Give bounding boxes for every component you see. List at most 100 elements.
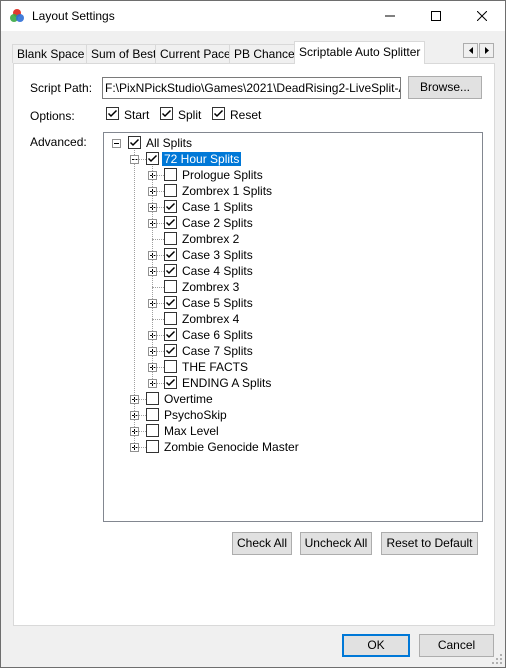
tree-node-label[interactable]: Max Level	[162, 424, 221, 438]
check-icon	[165, 218, 176, 227]
tree-checkbox[interactable]	[164, 264, 177, 277]
close-button[interactable]	[459, 1, 505, 31]
title-bar[interactable]: Layout Settings	[1, 1, 505, 31]
check-all-button[interactable]: Check All	[232, 532, 292, 555]
tree-node-max-level[interactable]: Max Level	[104, 423, 480, 439]
tree-connector-line	[152, 319, 164, 320]
tree-node-label[interactable]: 72 Hour Splits	[162, 152, 242, 166]
tree-node-zombie-genocide-master[interactable]: Zombie Genocide Master	[104, 439, 480, 455]
advanced-splits-tree[interactable]: All Splits 72 Hour Splits Prologue Splits Z…	[103, 132, 483, 522]
check-icon	[161, 109, 172, 118]
tab-sum-of-best[interactable]: Sum of Best	[86, 44, 162, 63]
reset-checkbox[interactable]	[212, 107, 225, 120]
tree-node-label[interactable]: Overtime	[162, 392, 215, 406]
tree-connector-line	[152, 367, 164, 368]
tree-node-label[interactable]: Case 7 Splits	[180, 344, 255, 358]
tree-checkbox[interactable]	[164, 184, 177, 197]
tab-current-pace[interactable]: Current Pace	[155, 44, 236, 63]
tree-checkbox[interactable]	[164, 312, 177, 325]
layout-settings-window: Layout Settings Blank Space Sum of Best …	[0, 0, 506, 668]
tree-node-label[interactable]: Case 5 Splits	[180, 296, 255, 310]
tree-connector-line	[134, 399, 146, 400]
tree-connector-line	[152, 175, 164, 176]
tree-node-all-splits[interactable]: All Splits	[104, 135, 480, 151]
tree-connector-line	[134, 415, 146, 416]
browse-button[interactable]: Browse...	[408, 76, 482, 99]
tree-checkbox[interactable]	[164, 280, 177, 293]
tree-node-overtime[interactable]: Overtime	[104, 391, 480, 407]
tree-node-label[interactable]: Zombie Genocide Master	[162, 440, 301, 454]
tree-connector-line	[152, 223, 164, 224]
tree-node-label[interactable]: Case 6 Splits	[180, 328, 255, 342]
tree-checkbox[interactable]	[146, 392, 159, 405]
tab-pb-chance[interactable]: PB Chance	[229, 44, 300, 63]
collapse-minus-icon[interactable]	[112, 139, 121, 148]
tree-connector-line	[152, 255, 164, 256]
start-checkbox[interactable]	[106, 107, 119, 120]
tree-connector-line	[152, 303, 164, 304]
tree-checkbox[interactable]	[164, 360, 177, 373]
tab-scroll-left-button[interactable]	[463, 43, 478, 58]
tree-checkbox[interactable]	[164, 200, 177, 213]
maximize-button[interactable]	[413, 1, 459, 31]
uncheck-all-button[interactable]: Uncheck All	[300, 532, 372, 555]
tree-connector-line	[152, 383, 164, 384]
tree-connector-line	[152, 191, 164, 192]
tree-checkbox[interactable]	[164, 376, 177, 389]
tree-node-label[interactable]: ENDING A Splits	[180, 376, 273, 390]
tree-checkbox[interactable]	[146, 440, 159, 453]
tree-checkbox[interactable]	[164, 248, 177, 261]
tab-blank-space[interactable]: Blank Space	[12, 44, 90, 63]
tree-checkbox[interactable]	[164, 328, 177, 341]
tree-node-label[interactable]: Case 3 Splits	[180, 248, 255, 262]
triangle-right-icon	[484, 47, 489, 54]
tab-scriptable-auto-splitter[interactable]: Scriptable Auto Splitter	[294, 41, 426, 64]
reset-to-default-button[interactable]: Reset to Default	[381, 532, 478, 555]
split-checkbox[interactable]	[160, 107, 173, 120]
tree-checkbox[interactable]	[164, 232, 177, 245]
ok-button[interactable]: OK	[342, 634, 410, 657]
reset-option-label: Reset	[230, 108, 262, 122]
tree-connector-line	[134, 159, 146, 160]
settings-panel: Script Path: F:\PixNPickStudio\Games\202…	[13, 63, 495, 626]
tree-node-label[interactable]: Case 2 Splits	[180, 216, 255, 230]
tree-node-label[interactable]: Case 1 Splits	[180, 200, 255, 214]
tree-connector-line	[152, 271, 164, 272]
tree-connector-line	[152, 287, 164, 288]
tab-scroll-right-button[interactable]	[479, 43, 494, 58]
tree-checkbox[interactable]	[146, 152, 159, 165]
tree-checkbox[interactable]	[146, 408, 159, 421]
tree-checkbox[interactable]	[164, 216, 177, 229]
start-option-label: Start	[124, 108, 150, 122]
tree-connector-line	[152, 335, 164, 336]
cancel-button[interactable]: Cancel	[419, 634, 494, 657]
tab-strip: Blank Space Sum of Best Current Pace PB …	[1, 41, 505, 64]
check-icon	[165, 202, 176, 211]
tree-node-label[interactable]: Zombrex 4	[180, 312, 241, 326]
tree-node-psychoskip[interactable]: PsychoSkip	[104, 407, 480, 423]
minimize-icon	[385, 15, 395, 17]
tree-node-label[interactable]: Zombrex 3	[180, 280, 241, 294]
tree-node-label[interactable]: Prologue Splits	[180, 168, 265, 182]
tree-node-label[interactable]: Zombrex 2	[180, 232, 241, 246]
tree-connector-line	[134, 431, 146, 432]
tree-node-72-hour-splits[interactable]: 72 Hour Splits	[104, 151, 480, 167]
tree-node-label[interactable]: Zombrex 1 Splits	[180, 184, 274, 198]
minimize-button[interactable]	[367, 1, 413, 31]
tree-node-label[interactable]: PsychoSkip	[162, 408, 229, 422]
tree-node-label[interactable]: THE FACTS	[180, 360, 250, 374]
script-path-input[interactable]: F:\PixNPickStudio\Games\2021\DeadRising2…	[102, 77, 401, 99]
maximize-icon	[431, 11, 441, 21]
tree-node-label[interactable]: Case 4 Splits	[180, 264, 255, 278]
check-icon	[165, 298, 176, 307]
resize-grip-icon[interactable]	[491, 653, 503, 665]
tree-checkbox[interactable]	[164, 296, 177, 309]
check-icon	[107, 109, 118, 118]
tree-checkbox[interactable]	[128, 136, 141, 149]
check-icon	[165, 346, 176, 355]
tree-checkbox[interactable]	[164, 344, 177, 357]
close-icon	[477, 11, 487, 21]
tree-node-label[interactable]: All Splits	[144, 136, 194, 150]
tree-checkbox[interactable]	[146, 424, 159, 437]
tree-checkbox[interactable]	[164, 168, 177, 181]
